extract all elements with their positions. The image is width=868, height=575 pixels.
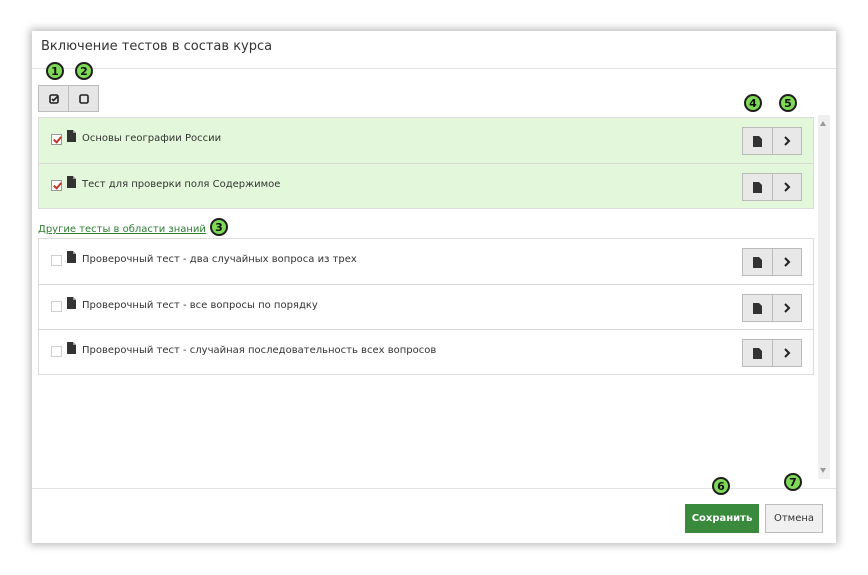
other-tests-list: Проверочный тест - два случайных вопроса… [38,238,814,375]
vertical-scrollbar[interactable] [818,115,830,479]
row-actions [742,173,802,201]
select-all-button[interactable] [39,86,68,111]
test-title: Основы географии России [82,133,222,144]
chevron-right-icon [784,257,791,267]
annotation-badge-2: 2 [75,62,93,80]
open-test-button[interactable] [771,340,801,366]
annotation-badge-5: 5 [779,94,797,112]
annotation-badge-7: 7 [784,473,802,491]
document-icon [752,181,762,193]
view-test-button[interactable] [743,295,772,321]
row-actions [742,248,802,276]
cancel-button[interactable]: Отмена [765,504,823,533]
chevron-right-icon [784,136,791,146]
dialog-title: Включение тестов в состав курса [41,39,273,54]
row-actions [742,294,802,322]
document-icon [752,302,762,314]
document-icon [752,256,762,268]
scroll-up-arrow-icon[interactable] [820,121,826,126]
tests-scroll-area[interactable]: Основы географии России Тест для проверк… [38,115,830,479]
document-icon [67,176,76,188]
open-test-button[interactable] [771,128,801,154]
test-checkbox[interactable] [51,255,62,266]
title-divider [32,68,836,69]
view-test-button[interactable] [743,174,772,200]
selection-toolbar [38,85,99,112]
row-actions [742,127,802,155]
document-icon [67,297,76,309]
other-tests-link[interactable]: Другие тесты в области знаний [38,224,206,235]
list-item: Проверочный тест - все вопросы по порядк… [39,284,813,329]
open-test-button[interactable] [771,295,801,321]
chevron-right-icon [784,303,791,313]
row-actions [742,339,802,367]
test-checkbox[interactable] [51,134,62,145]
test-title: Проверочный тест - все вопросы по порядк… [82,300,318,311]
annotation-badge-4: 4 [744,94,762,112]
selected-tests-list: Основы географии России Тест для проверк… [38,117,814,209]
view-test-button[interactable] [743,128,772,154]
test-title: Проверочный тест - два случайных вопроса… [82,254,357,265]
list-item: Тест для проверки поля Содержимое [39,163,813,208]
view-test-button[interactable] [743,340,772,366]
annotation-badge-1: 1 [46,62,64,80]
chevron-right-icon [784,182,791,192]
square-icon [78,93,89,104]
document-icon [752,135,762,147]
list-item: Основы географии России [39,118,813,163]
document-icon [67,130,76,142]
document-icon [752,347,762,359]
document-icon [67,251,76,263]
test-checkbox[interactable] [51,346,62,357]
open-test-button[interactable] [771,249,801,275]
document-icon [67,342,76,354]
scroll-down-arrow-icon[interactable] [820,468,826,473]
list-item: Проверочный тест - два случайных вопроса… [39,239,813,284]
dialog: Включение тестов в состав курса 1 2 4 5 … [32,31,836,543]
test-title: Проверочный тест - случайная последовате… [82,345,437,356]
list-item: Проверочный тест - случайная последовате… [39,329,813,374]
annotation-badge-3: 3 [210,218,228,236]
test-checkbox[interactable] [51,180,62,191]
save-button[interactable]: Сохранить [685,504,759,533]
test-title: Тест для проверки поля Содержимое [82,179,281,190]
check-square-icon [48,93,59,104]
view-test-button[interactable] [743,249,772,275]
open-test-button[interactable] [771,174,801,200]
chevron-right-icon [784,348,791,358]
deselect-all-button[interactable] [68,86,98,111]
annotation-badge-6: 6 [712,477,730,495]
test-checkbox[interactable] [51,301,62,312]
